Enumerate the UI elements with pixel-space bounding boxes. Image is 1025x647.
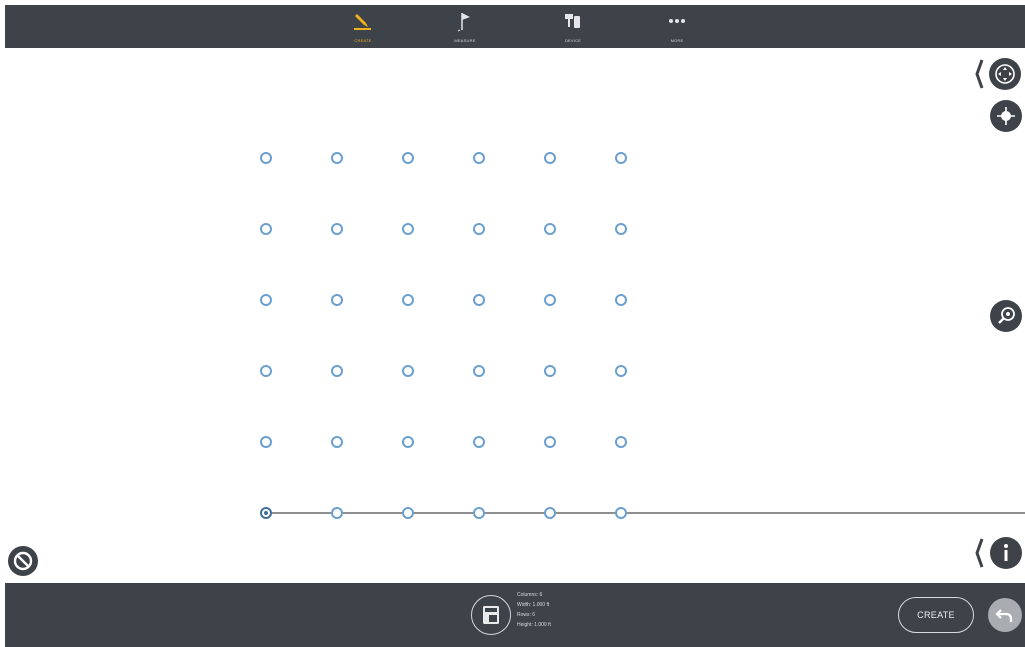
grid-point[interactable] — [473, 507, 485, 519]
tab-measure-label: MEASURE — [454, 38, 476, 43]
move-button[interactable] — [989, 58, 1021, 90]
grid-point[interactable] — [615, 152, 627, 164]
top-toolbar: CREATE MEASURE DEVICE MORE — [5, 5, 1025, 48]
grid-point[interactable] — [260, 436, 272, 448]
prohibited-icon — [13, 551, 33, 571]
move-icon — [995, 64, 1015, 84]
center-button[interactable] — [990, 100, 1022, 132]
grid-point[interactable] — [544, 294, 556, 306]
pencil-icon — [354, 14, 371, 30]
drawing-canvas[interactable] — [0, 48, 1025, 583]
grid-point[interactable] — [473, 365, 485, 377]
grid-point[interactable] — [331, 365, 343, 377]
grid-point-selected[interactable] — [260, 507, 272, 519]
grid-point[interactable] — [402, 152, 414, 164]
grid-point[interactable] — [260, 294, 272, 306]
grid-point[interactable] — [402, 507, 414, 519]
tab-device-label: DEVICE — [564, 38, 582, 43]
grid-point[interactable] — [402, 223, 414, 235]
tab-more[interactable]: MORE — [647, 5, 707, 48]
undo-icon — [995, 609, 1013, 622]
tab-create[interactable]: CREATE — [333, 5, 393, 48]
baseline-line — [262, 512, 1025, 514]
tab-more-label: MORE — [670, 38, 684, 43]
info-columns: Columns: 6 — [517, 592, 543, 598]
center-icon — [997, 107, 1015, 125]
info-width: Width: 1.000 ft — [517, 602, 550, 608]
grid-point[interactable] — [544, 436, 556, 448]
grid-point[interactable] — [473, 152, 485, 164]
grid-point[interactable] — [473, 294, 485, 306]
tab-create-label: CREATE — [354, 38, 372, 43]
calculator-button[interactable] — [471, 595, 511, 635]
grid-point[interactable] — [331, 152, 343, 164]
more-icon — [669, 19, 685, 23]
grid-point[interactable] — [615, 365, 627, 377]
tab-device[interactable]: DEVICE — [543, 5, 603, 48]
grid-point[interactable] — [544, 507, 556, 519]
create-button[interactable]: CREATE — [898, 597, 974, 633]
device-icon — [565, 14, 580, 28]
info-button[interactable] — [990, 537, 1022, 569]
grid-info: Columns: 6 Width: 1.000 ft Rows: 6 Heigh… — [517, 590, 551, 630]
info-expand-bracket[interactable] — [974, 537, 984, 569]
grid-point[interactable] — [260, 152, 272, 164]
grid-point[interactable] — [473, 436, 485, 448]
grid-point[interactable] — [402, 436, 414, 448]
grid-point[interactable] — [331, 507, 343, 519]
calculator-icon — [483, 606, 499, 624]
grid-point[interactable] — [544, 223, 556, 235]
bottom-bar: Columns: 6 Width: 1.000 ft Rows: 6 Heigh… — [5, 583, 1025, 647]
grid-point[interactable] — [260, 223, 272, 235]
grid-point[interactable] — [402, 365, 414, 377]
move-expand-bracket[interactable] — [974, 58, 984, 90]
grid-point[interactable] — [615, 294, 627, 306]
grid-point[interactable] — [544, 365, 556, 377]
grid-point[interactable] — [331, 436, 343, 448]
grid-point[interactable] — [615, 223, 627, 235]
grid-point[interactable] — [402, 294, 414, 306]
flag-icon — [457, 13, 470, 32]
grid-point[interactable] — [331, 294, 343, 306]
undo-button[interactable] — [988, 598, 1022, 632]
grid-point[interactable] — [615, 436, 627, 448]
grid-point[interactable] — [260, 365, 272, 377]
info-icon — [1004, 544, 1008, 561]
info-height: Height: 1.000 ft — [517, 622, 551, 628]
cancel-button[interactable] — [8, 546, 38, 576]
info-rows: Rows: 6 — [517, 612, 536, 618]
zoom-button[interactable] — [990, 300, 1022, 332]
grid-point[interactable] — [544, 152, 556, 164]
zoom-icon — [998, 307, 1015, 324]
grid-point[interactable] — [615, 507, 627, 519]
grid-point[interactable] — [473, 223, 485, 235]
grid-point[interactable] — [331, 223, 343, 235]
tab-measure[interactable]: MEASURE — [435, 5, 495, 48]
